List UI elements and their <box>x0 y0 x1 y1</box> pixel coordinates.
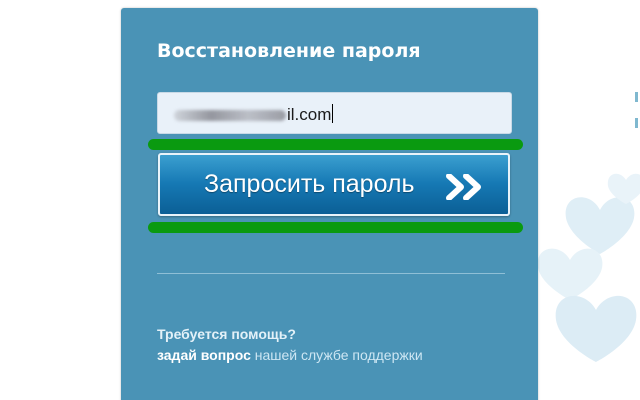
text-caret <box>332 104 334 123</box>
help-ask-text: задай вопрос <box>157 347 251 363</box>
email-field[interactable]: il.com <box>157 92 512 134</box>
edge-decoration <box>632 92 638 132</box>
hearts-background-decoration <box>537 173 640 362</box>
page: Восстановление пароля il.com Запросить п… <box>0 0 640 400</box>
support-link[interactable]: нашей службе поддержки <box>255 347 423 363</box>
annotation-highlight-line-bottom <box>148 222 523 233</box>
help-line: задай вопрос нашей службе поддержки <box>157 347 423 363</box>
help-title: Требуется помощь? <box>157 326 296 342</box>
annotation-highlight-line-top <box>148 139 523 150</box>
obscured-email-prefix <box>174 110 286 121</box>
page-title: Восстановление пароля <box>157 40 421 62</box>
password-recovery-panel: Восстановление пароля il.com Запросить п… <box>121 8 538 400</box>
divider <box>157 273 505 274</box>
request-password-button-label: Запросить пароль <box>204 170 415 198</box>
request-password-button[interactable]: Запросить пароль <box>158 153 510 216</box>
double-chevron-right-icon <box>446 174 481 200</box>
email-field-value: il.com <box>287 105 332 124</box>
